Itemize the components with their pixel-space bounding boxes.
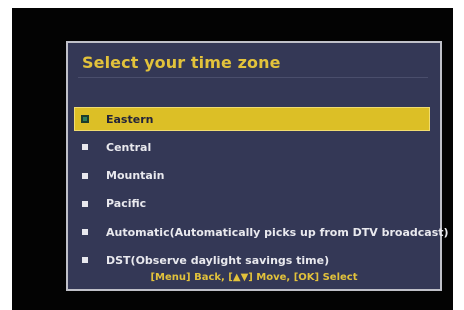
option-central[interactable]: Central <box>74 135 430 159</box>
option-label: Automatic(Automatically picks up from DT… <box>106 225 449 239</box>
bullet-icon <box>82 257 88 264</box>
option-dst[interactable]: DST(Observe daylight savings time) <box>74 248 430 272</box>
option-automatic[interactable]: Automatic(Automatically picks up from DT… <box>74 220 449 244</box>
option-label: DST(Observe daylight savings time) <box>106 253 330 267</box>
dialog-title: Select your time zone <box>82 53 281 72</box>
bullet-icon <box>82 144 88 151</box>
option-label: Eastern <box>106 112 154 126</box>
title-divider <box>78 77 428 78</box>
option-pacific[interactable]: Pacific <box>74 192 430 216</box>
option-label: Mountain <box>106 169 165 183</box>
time-zone-dialog: Select your time zone Eastern Central Mo… <box>66 41 449 291</box>
bullet-icon <box>82 200 88 207</box>
option-label: Central <box>106 140 152 154</box>
selected-bullet-icon <box>81 115 89 123</box>
option-label: Pacific <box>106 197 147 211</box>
time-zone-options: Eastern Central Mountain Pacific Automat… <box>74 107 449 277</box>
control-hint: [Menu] Back, [▲▼] Move, [OK] Select <box>150 272 358 283</box>
tv-screen: Select your time zone Eastern Central Mo… <box>12 8 453 310</box>
option-eastern[interactable]: Eastern <box>74 107 430 131</box>
option-mountain[interactable]: Mountain <box>74 164 430 188</box>
bullet-icon <box>82 229 88 236</box>
bullet-icon <box>82 172 88 179</box>
